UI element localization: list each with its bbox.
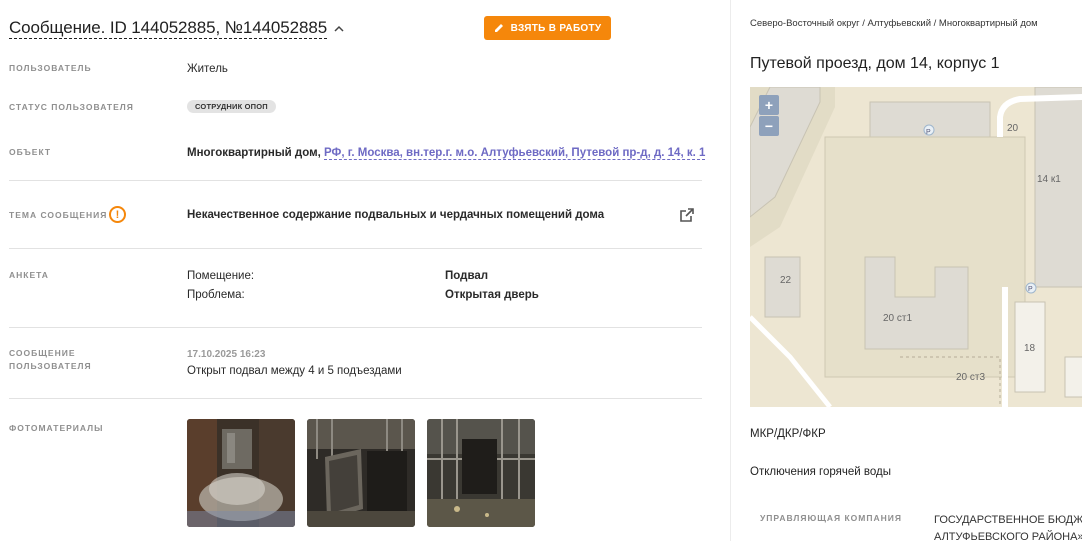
photos-label: ФОТОМАТЕРИАЛЫ [9, 423, 104, 433]
divider [9, 248, 702, 249]
warning-icon[interactable]: ! [109, 206, 126, 223]
map-label: 20 ст3 [956, 372, 985, 383]
form-value-problem: Открытая дверь [445, 289, 539, 301]
take-to-work-label: ВЗЯТЬ В РАБОТУ [510, 22, 602, 34]
photo-thumbnail[interactable] [427, 419, 535, 527]
photo-thumbnail[interactable] [187, 419, 295, 527]
divider [9, 180, 702, 181]
map[interactable]: 20 14 к1 22 20 ст1 18 20 ст3 P P + − [750, 87, 1082, 407]
form-key-room: Помещение: [187, 270, 255, 282]
map-label: 18 [1024, 343, 1036, 354]
object-address-title: Путевой проезд, дом 14, корпус 1 [750, 55, 1000, 72]
topic-value: Некачественное содержание подвальных и ч… [187, 209, 605, 221]
photo-thumbnail[interactable] [307, 419, 415, 527]
message-text: Открыт подвал между 4 и 5 подъездами [187, 365, 402, 377]
form-label: АНКЕТА [9, 270, 49, 280]
object-label: ОБЪЕКТ [9, 147, 52, 157]
page-title[interactable]: Сообщение. ID 144052885, №144052885 [9, 18, 327, 39]
repair-link[interactable]: МКР/ДКР/ФКР [750, 428, 826, 440]
object-type: Многоквартирный дом, [187, 147, 321, 159]
title-row: Сообщение. ID 144052885, №144052885 [9, 18, 345, 39]
object-value: Многоквартирный дом, РФ, г. Москва, вн.т… [187, 146, 706, 160]
management-company-line2: АЛТУФЬЕВСКОГО РАЙОНА» [934, 531, 1082, 541]
message-panel: Сообщение. ID 144052885, №144052885 ВЗЯТ… [0, 0, 730, 541]
map-label: 20 [1007, 123, 1019, 134]
divider [9, 327, 702, 328]
external-link-icon[interactable] [679, 207, 695, 223]
management-company-value: ГОСУДАРСТВЕННОЕ БЮДЖЕТ АЛТУФЬЕВСКОГО РАЙ… [934, 512, 1082, 541]
user-value: Житель [187, 63, 228, 75]
user-label: ПОЛЬЗОВАТЕЛЬ [9, 63, 92, 73]
form-key-problem: Проблема: [187, 289, 245, 301]
user-status-label: СТАТУС ПОЛЬЗОВАТЕЛЯ [9, 102, 134, 112]
breadcrumb[interactable]: Северо-Восточный округ / Алтуфьевский / … [750, 18, 1038, 29]
zoom-in-button[interactable]: + [759, 95, 779, 115]
topic-label: ТЕМА СООБЩЕНИЯ [9, 210, 108, 220]
chevron-up-icon[interactable] [333, 23, 345, 35]
status-badge: СОТРУДНИК ОПОП [187, 100, 276, 113]
map-label: 22 [780, 275, 792, 286]
hot-water-outage-link[interactable]: Отключения горячей воды [750, 466, 891, 478]
divider [9, 398, 702, 399]
object-address-link[interactable]: РФ, г. Москва, вн.тер.г. м.о. Алтуфьевск… [324, 147, 706, 160]
map-label: P [926, 129, 931, 136]
map-label: 14 к1 [1037, 174, 1061, 185]
zoom-out-button[interactable]: − [759, 116, 779, 136]
form-value-room: Подвал [445, 270, 489, 282]
map-label: 20 ст1 [883, 313, 912, 324]
map-label: P [1028, 286, 1033, 293]
pencil-icon [494, 24, 503, 32]
message-date: 17.10.2025 16:23 [187, 349, 266, 360]
message-label: СООБЩЕНИЕ [9, 348, 76, 358]
object-panel: Северо-Восточный округ / Алтуфьевский / … [730, 0, 1082, 541]
management-company-label: УПРАВЛЯЮЩАЯ КОМПАНИЯ [760, 513, 902, 523]
management-company-line1: ГОСУДАРСТВЕННОЕ БЮДЖЕТ [934, 514, 1082, 526]
message-label-line2: ПОЛЬЗОВАТЕЛЯ [9, 361, 92, 371]
take-to-work-button[interactable]: ВЗЯТЬ В РАБОТУ [484, 16, 611, 40]
